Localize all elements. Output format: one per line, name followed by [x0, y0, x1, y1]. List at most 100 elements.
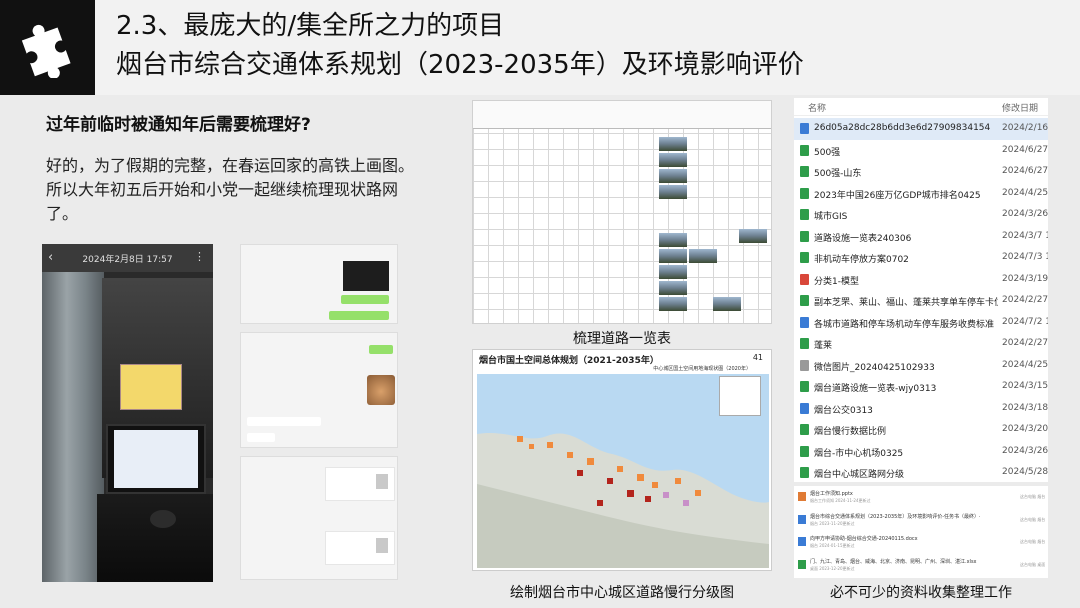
file-row[interactable]: 烟台-市中心机场0325 2024/3/26: [794, 441, 1048, 463]
file-name: 城市GIS: [814, 212, 848, 222]
file-row[interactable]: 26d05a28dc28b6dd3e6d27909834154 2024/2/16…: [794, 118, 1048, 140]
file-row[interactable]: 城市GIS 2024/3/26: [794, 204, 1048, 226]
file-name: 26d05a28dc28b6dd3e6d27909834154: [814, 123, 991, 133]
file-row[interactable]: 烟台公交0313 2024/3/18 2: [794, 398, 1048, 420]
file-name: 烟台慢行数据比例: [814, 427, 887, 437]
search-result-meta: 烟台工作须知 2024-11-24更新过: [810, 498, 871, 503]
file-row[interactable]: 2023年中国26座万亿GDP城市排名0425 2024/4/25: [794, 183, 1048, 205]
file-name: 蓬莱: [814, 341, 833, 351]
chat-cat-image: [367, 375, 395, 405]
file-name: 烟台公交0313: [814, 405, 873, 416]
search-result-source: 这台电脑 烟台: [1020, 516, 1046, 522]
file-row[interactable]: 500强-山东 2024/6/27: [794, 161, 1048, 183]
chat-screenshot-1: [240, 244, 398, 324]
file-row[interactable]: 烟台中心城区路网分级 2024/5/28: [794, 462, 1048, 482]
file-row[interactable]: 烟台慢行数据比例 2024/3/20: [794, 419, 1048, 441]
file-type-icon: [800, 295, 809, 306]
file-name: 烟台中心城区路网分级: [814, 470, 905, 480]
search-result-source: 这台电脑 桌面: [1020, 561, 1046, 567]
file-type-icon: [800, 316, 809, 328]
chat-screenshot-3: [240, 456, 398, 580]
file-date: 2024/7/3 1: [1002, 252, 1048, 262]
file-name: 各城市道路和停车场机动车停车服务收费标准: [814, 319, 995, 330]
file-date: 2024/3/7 1: [1002, 230, 1048, 241]
photo-status-bar: ‹ 2024年2月8日 17:57 ⋮: [42, 244, 213, 272]
search-result-meta: 烟台 2024-01-15更新过: [810, 543, 855, 548]
file-date: 2024/3/26: [1002, 445, 1048, 456]
search-result-name: 向甲方申请协助-烟台综合交通-20240115.docx: [810, 536, 918, 542]
file-name: 分类1-模型: [814, 276, 859, 287]
file-date: 2024/4/25: [1002, 359, 1048, 370]
road-photo: [659, 169, 687, 183]
file-date: 2024/3/18 2: [1002, 402, 1048, 413]
file-type-icon: [800, 467, 809, 478]
file-date: 2024/7/2 1: [1002, 316, 1048, 327]
chat-bubble: [247, 417, 321, 426]
road-table-image: [472, 100, 772, 324]
file-row[interactable]: 各城市道路和停车场机动车停车服务收费标准 2024/7/2 1: [794, 312, 1048, 334]
chat-screenshot-2: [240, 332, 398, 448]
page-subtitle: 烟台市综合交通体系规划（2023-2035年）及环境影响评价: [116, 50, 804, 80]
file-name: 烟台-市中心机场0325: [814, 448, 904, 459]
file-explorer-list: 名称 修改日期 26d05a28dc28b6dd3e6d27909834154 2…: [794, 98, 1048, 482]
file-row[interactable]: 微信图片_20240425102933 2024/4/25: [794, 355, 1048, 377]
road-photo: [689, 249, 717, 263]
file-type-icon: [800, 424, 809, 435]
road-photo: [739, 229, 767, 243]
caption-map: 绘制烟台市中心城区道路慢行分级图: [510, 585, 734, 601]
search-result-name: 烟台市综合交通体系规划（2023-2035年）及环境影响评价-任务书（最终）-1…: [810, 513, 980, 520]
file-type-icon: [800, 209, 809, 220]
search-result-source: 这台电脑 烟台: [1020, 494, 1046, 499]
column-name[interactable]: 名称: [808, 101, 826, 114]
file-type-icon: [800, 123, 809, 134]
chat-file-card[interactable]: [325, 467, 395, 501]
file-date: 2024/2/27: [1002, 338, 1048, 348]
photo-curtain: [42, 272, 104, 582]
file-name: 500强: [814, 147, 841, 158]
search-result-row[interactable]: 门、九江、青岛、烟台、威海、北京、济南、昆明、广州、深圳、湛江.xlsx 桌面 2…: [794, 556, 1048, 578]
map-subtitle: 中心城区国土空间用地海现状图（2020年）: [653, 366, 751, 372]
map-page-number: 41: [752, 353, 763, 362]
file-name: 微信图片_20240425102933: [814, 362, 935, 373]
photo-mouse: [150, 510, 176, 528]
file-type-icon: [800, 338, 809, 349]
caption-table: 梳理道路一览表: [573, 331, 671, 347]
file-row[interactable]: 500强 2024/6/27: [794, 140, 1048, 162]
search-result-row[interactable]: 烟台市综合交通体系规划（2023-2035年）及环境影响评价-任务书（最终）-1…: [794, 511, 1048, 533]
photo-laptop: [106, 424, 206, 494]
road-photo: [713, 297, 741, 311]
photo-sign: [120, 364, 182, 410]
file-icon: [376, 538, 388, 553]
file-row[interactable]: 蓬莱 2024/2/27: [794, 333, 1048, 355]
file-name: 副本芝罘、莱山、福山、蓬莱共享单车停车卡位…: [814, 298, 998, 308]
road-photo: [659, 297, 687, 311]
train-photo: ‹ 2024年2月8日 17:57 ⋮: [42, 244, 213, 582]
search-result-row[interactable]: 烟台工作须知.pptx 烟台工作须知 2024-11-24更新过 这台电脑 烟台: [794, 488, 1048, 510]
page-title: 2.3、最庞大的/集全所之力的项目: [116, 11, 505, 41]
file-type-icon: [800, 381, 809, 392]
file-date: 2024/3/26: [1002, 209, 1048, 219]
search-result-row[interactable]: 向甲方申请协助-烟台综合交通-20240115.docx 烟台 2024-01-1…: [794, 533, 1048, 555]
chat-file-card[interactable]: [325, 531, 395, 565]
file-icon: [376, 474, 388, 489]
slow-traffic-map: 烟台市国土空间总体规划（2021-2035年） 41 中心城区国土空间用地海现状…: [472, 349, 772, 571]
file-row[interactable]: 非机动车停放方案0702 2024/7/3 1: [794, 247, 1048, 269]
file-date: 2024/3/19: [1002, 273, 1048, 284]
question-text: 过年前临时被通知年后需要梳理好?: [46, 115, 311, 135]
column-date[interactable]: 修改日期: [1002, 101, 1038, 114]
file-row[interactable]: 副本芝罘、莱山、福山、蓬莱共享单车停车卡位… 2024/2/27: [794, 290, 1048, 312]
file-row[interactable]: 烟台道路设施一览表-wjy0313 2024/3/15: [794, 376, 1048, 398]
document-icon: [798, 559, 806, 569]
road-photo: [659, 137, 687, 151]
file-row[interactable]: 道路设施一览表240306 2024/3/7 1: [794, 226, 1048, 248]
search-result-source: 这台电脑 烟台: [1020, 539, 1046, 544]
file-type-icon: [800, 252, 809, 263]
more-icon[interactable]: ⋮: [194, 250, 205, 263]
file-date: 2024/3/15: [1002, 381, 1048, 391]
chat-bubble: [341, 295, 389, 304]
photo-date: 2024年2月8日 17:57: [82, 255, 173, 265]
file-name: 500强-山东: [814, 169, 862, 179]
file-type-icon: [800, 273, 809, 285]
chat-video-thumb: [343, 261, 389, 291]
file-row[interactable]: 分类1-模型 2024/3/19: [794, 269, 1048, 291]
